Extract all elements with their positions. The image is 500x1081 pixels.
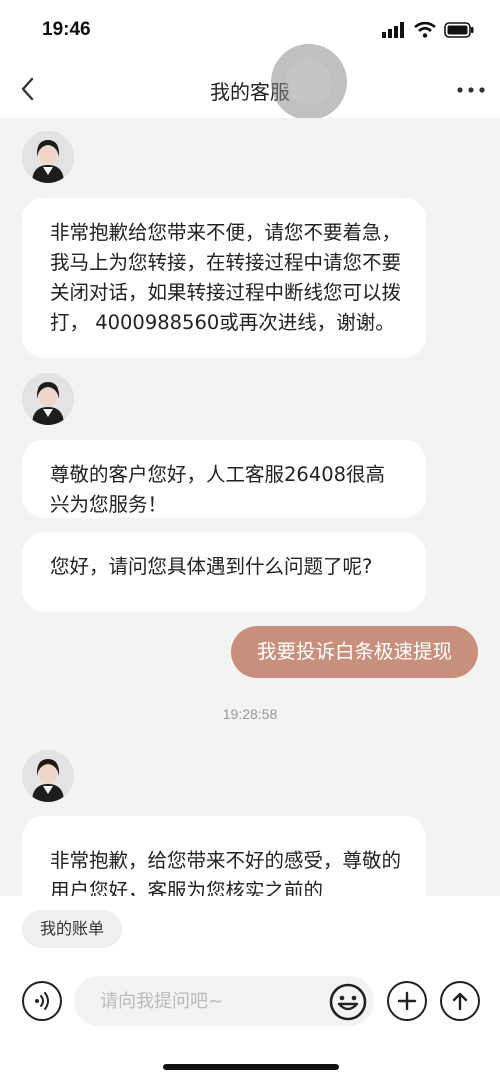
quick-reply-chip[interactable]: 我的账单 xyxy=(22,910,123,948)
user-message-bubble: 我要投诉白条极速提现 xyxy=(230,626,478,678)
message-bubble: 您好，请问您具体遇到什么问题了呢? xyxy=(22,532,426,612)
agent-avatar-image xyxy=(22,373,74,425)
status-icons xyxy=(382,22,474,38)
more-dots-icon xyxy=(457,87,485,93)
signal-icon xyxy=(382,22,404,38)
message-bubble: 非常抱歉，给您带来不好的感受，尊敬的用户您好，客服为您核实之前的 xyxy=(22,816,426,896)
home-indicator[interactable] xyxy=(163,1064,339,1070)
chat-area[interactable]: 非常抱歉给您带来不便，请您不要着急，我马上为您转接，在转接过程中请您不要关闭对话… xyxy=(0,118,500,896)
voice-button[interactable] xyxy=(22,981,62,1021)
nav-bar: 我的客服 xyxy=(0,62,500,118)
message-bubble: 非常抱歉给您带来不便，请您不要着急，我马上为您转接，在转接过程中请您不要关闭对话… xyxy=(22,198,426,358)
message-timestamp: 19:28:58 xyxy=(222,706,278,722)
agent-avatar-image xyxy=(22,131,74,183)
add-button[interactable] xyxy=(387,981,427,1021)
agent-avatar[interactable] xyxy=(22,373,74,425)
agent-avatar-image xyxy=(22,750,74,802)
send-button[interactable] xyxy=(440,981,480,1021)
status-time: 19:46 xyxy=(42,19,91,40)
status-bar: 19:46 xyxy=(0,0,500,62)
arrow-up-icon xyxy=(452,992,468,1011)
page-title: 我的客服 xyxy=(210,80,290,104)
voice-icon xyxy=(35,992,49,1010)
input-area: 我的账单 xyxy=(0,896,500,1081)
more-button[interactable] xyxy=(456,80,486,100)
message-bubble: 尊敬的客户您好，人工客服26408很高兴为您服务！ xyxy=(22,440,426,518)
plus-icon xyxy=(397,991,417,1011)
emoji-icon xyxy=(329,983,367,1021)
agent-avatar[interactable] xyxy=(22,131,74,183)
agent-avatar[interactable] xyxy=(22,750,74,802)
emoji-button[interactable] xyxy=(328,982,368,1022)
battery-icon xyxy=(444,22,474,38)
touch-indicator xyxy=(271,44,347,120)
wifi-icon xyxy=(414,22,436,38)
